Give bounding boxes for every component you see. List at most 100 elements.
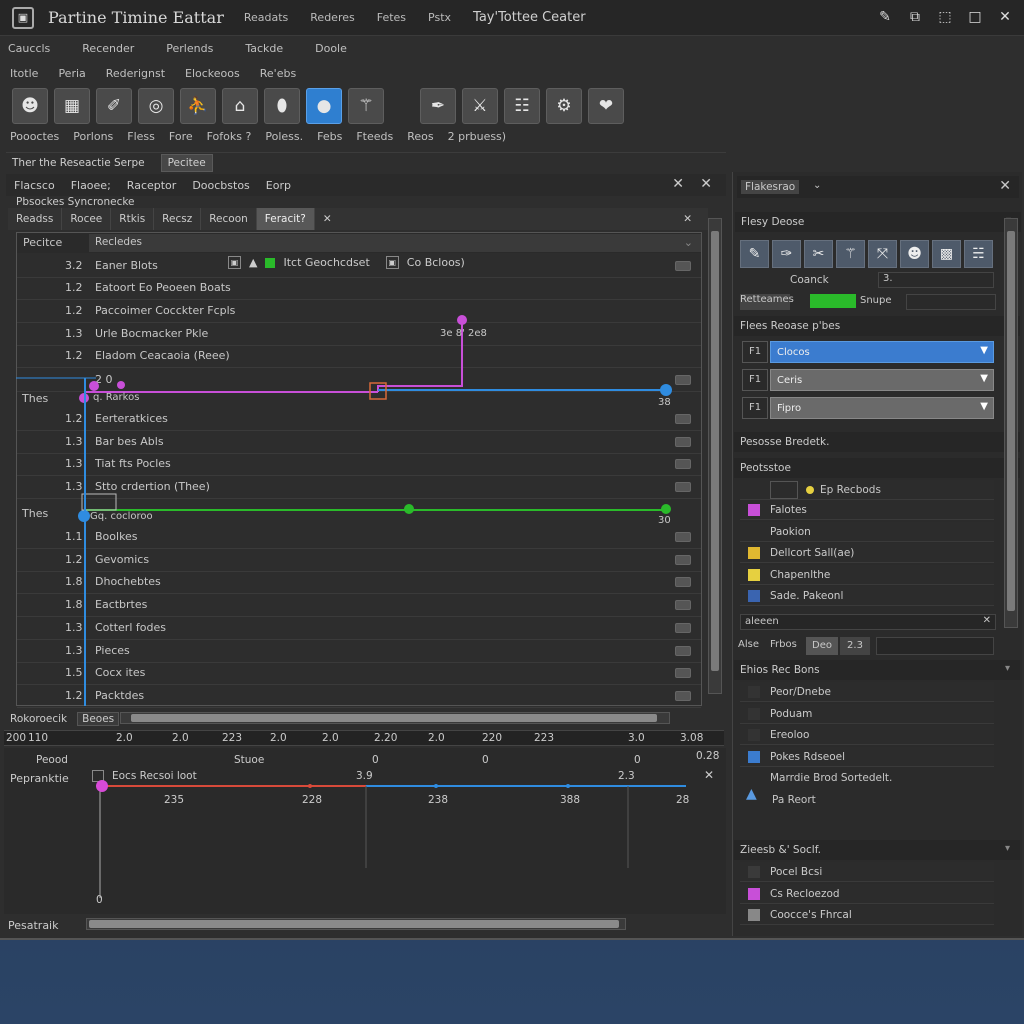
field-label: Retteames	[740, 294, 794, 310]
restore-icon[interactable]: ⧉	[906, 8, 924, 26]
layer-list-item[interactable]: Falotes	[740, 500, 994, 520]
properties-tab[interactable]: Flakesrao	[741, 180, 800, 194]
mode-row: Alse Frbos Deo 2.3	[736, 636, 994, 656]
close-icon[interactable]: ✕	[983, 615, 991, 626]
layer-list-label: Chapenlthe	[770, 568, 831, 581]
close-icon[interactable]: ✕	[996, 8, 1014, 26]
section-header[interactable]: Pesosse Bredetk. ▾	[734, 432, 1020, 452]
scroll-thumb[interactable]	[711, 231, 719, 671]
keyframe-point[interactable]	[117, 381, 125, 389]
chevron-down-icon[interactable]: ⌄	[813, 180, 821, 191]
ruler-tick-label: 2.0	[322, 732, 339, 744]
list-header-label: Ep Recbods	[820, 484, 881, 496]
pencil-icon[interactable]: ✎	[740, 240, 769, 268]
color-swatch[interactable]	[748, 866, 760, 878]
ruler-tick-label: 2.0	[270, 732, 287, 744]
keyframe-point[interactable]	[404, 504, 414, 514]
playhead[interactable]	[84, 378, 86, 706]
dropdown-index: F1	[742, 341, 768, 363]
section-title: Ehios Rec Bons	[740, 664, 820, 676]
crossed-tools-icon[interactable]: ✂	[804, 240, 833, 268]
chevron-down-icon[interactable]: ▼	[980, 345, 988, 356]
dropdown-index: F1	[742, 397, 768, 419]
effects-list-item[interactable]: Cs Recloezod	[740, 883, 994, 904]
mode-button[interactable]: 2.3	[840, 637, 870, 655]
mode-label: Alse	[738, 639, 759, 650]
color-swatch[interactable]	[748, 525, 760, 538]
list-header: Ep Recbods	[740, 480, 994, 500]
timeline-hscroll[interactable]	[120, 712, 670, 724]
chevron-down-icon[interactable]: ▾	[1005, 663, 1010, 674]
dropdown-select[interactable]: Fipro ▼	[770, 397, 994, 419]
record-list-item[interactable]: Pokes Rdseoel	[740, 746, 994, 767]
color-swatch[interactable]	[748, 909, 760, 921]
color-swatch[interactable]	[748, 568, 760, 581]
section-header[interactable]: Zieesb &' Soclf. ▾	[734, 840, 1020, 860]
dropdown-select[interactable]: Clocos ▼	[770, 341, 994, 363]
image-icon[interactable]: ▩	[932, 240, 961, 268]
search-label: aleeen	[745, 616, 779, 627]
selection-box[interactable]	[81, 493, 117, 511]
maximize-icon[interactable]: □	[966, 8, 984, 26]
scroll-thumb[interactable]	[89, 920, 619, 928]
app-window: ▣ Partine Timine Eattar Readats Rederes …	[0, 0, 1024, 940]
bottom-hscroll[interactable]	[86, 918, 626, 930]
ruler-tick-label: 220	[482, 732, 503, 744]
wand-icon[interactable]: ⚚	[836, 240, 865, 268]
people-icon[interactable]: ☻	[900, 240, 929, 268]
section-header[interactable]: Flees Reoase p'bes ▾	[734, 316, 1020, 336]
color-swatch[interactable]	[748, 547, 760, 559]
keyframe-point[interactable]	[308, 784, 312, 788]
color-swatch[interactable]	[810, 294, 856, 308]
mode-field[interactable]	[876, 637, 994, 655]
mode-button[interactable]: Deo	[806, 637, 838, 655]
dropdown-select[interactable]: Ceris ▼	[770, 369, 994, 391]
section-title: Zieesb &' Soclf.	[740, 844, 821, 856]
section-header[interactable]: Ehios Rec Bons ▾	[734, 660, 1020, 680]
tile-icon[interactable]: ⬚	[936, 8, 954, 26]
effects-list-item[interactable]: Pocel Bcsi	[740, 862, 994, 882]
keyframe-point[interactable]	[566, 784, 570, 788]
chevron-down-icon[interactable]: ▾	[1005, 843, 1010, 854]
window-controls: ✎ ⧉ ⬚ □ ✕	[876, 8, 1014, 26]
effects-list-item[interactable]: Coocce's Fhrcal	[740, 905, 994, 925]
keyframe-point[interactable]	[434, 784, 438, 788]
ruler-tick-label: 2.20	[374, 732, 398, 744]
scroll-thumb[interactable]	[1007, 231, 1015, 611]
section-header[interactable]: Flesy Deose ▾	[735, 212, 1021, 232]
color-swatch[interactable]	[748, 504, 760, 516]
keyframe-point[interactable]	[96, 780, 108, 792]
field-input[interactable]: 3.	[878, 272, 994, 288]
color-swatch[interactable]	[748, 887, 760, 900]
color-swatch[interactable]	[748, 590, 760, 602]
section-header[interactable]: Peotsstoe ▾	[734, 458, 1020, 478]
note: Pa Reort	[772, 794, 816, 806]
record-list-item[interactable]: Peor/Dnebe	[740, 682, 994, 702]
layer-list-item[interactable]: Paokion	[740, 521, 994, 542]
record-list-item[interactable]: Ereoloo	[740, 725, 994, 745]
keyframe-point[interactable]	[661, 504, 671, 514]
keyframe-point[interactable]	[89, 381, 99, 391]
field-input[interactable]	[906, 294, 996, 310]
search-input[interactable]: aleeen ✕	[740, 614, 996, 630]
note: Marrdie Brod Sortedelt.	[770, 772, 893, 784]
chevron-down-icon[interactable]: ▼	[980, 373, 988, 384]
keyframe-point[interactable]	[457, 315, 467, 325]
layer-list-item[interactable]: Dellcort Sall(ae)	[740, 543, 994, 563]
layer-list-item[interactable]: Chapenlthe	[740, 564, 994, 585]
chevron-down-icon[interactable]: ▼	[980, 401, 988, 412]
close-icon[interactable]: ✕	[999, 178, 1011, 194]
keyframe-point[interactable]	[660, 384, 672, 396]
pin-icon[interactable]: ✎	[876, 8, 894, 26]
track-vscroll[interactable]	[708, 218, 722, 694]
transform-icon[interactable]: ⤧	[868, 240, 897, 268]
scroll-thumb[interactable]	[131, 714, 657, 722]
point-label: 30	[658, 515, 671, 526]
timeline-label: Rokoroecik	[10, 713, 68, 725]
properties-vscroll[interactable]	[1004, 218, 1018, 628]
record-list-item[interactable]: Poduam	[740, 703, 994, 724]
layer-list-item[interactable]: Sade. Pakeonl	[740, 586, 994, 606]
pin-icon[interactable]: ✑	[772, 240, 801, 268]
timeline-button[interactable]: Beoes	[77, 712, 120, 726]
chart-icon[interactable]: ☵	[964, 240, 993, 268]
